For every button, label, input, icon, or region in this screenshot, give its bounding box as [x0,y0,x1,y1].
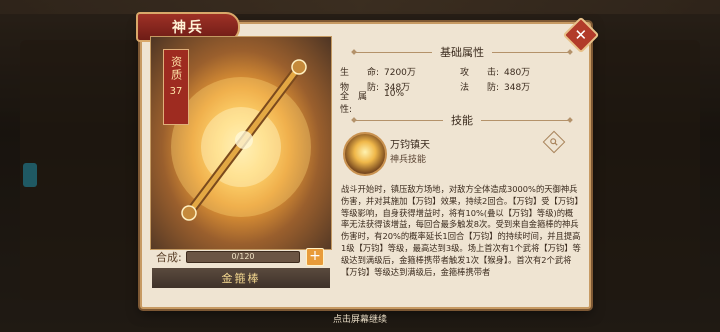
attr-value: 348万 [504,83,531,93]
attr-value: 10% [384,88,405,99]
attr-value: 7200万 [384,68,416,78]
skill-icon[interactable] [343,132,387,176]
skill-header: 技能 [351,112,573,128]
attribute-list: 生 命: 7200万 攻 击: 480万 物 防: 348万 法 防: 348万 全 属… [340,64,580,115]
synthesis-row: 合成: 0/120 + [156,248,331,266]
weapon-dialog: 神兵 ✕ 资质 37 合成: 0/120 + 金箍棒 基础属性 生 命: 720… [136,12,600,309]
weapon-name: 金箍棒 [152,268,330,288]
magnify-icon[interactable] [542,130,566,154]
quality-label: 资质 [169,56,183,82]
attr-key: 攻 击: [460,68,500,78]
skill-description: 战斗开始时，镇压敌方场地，对敌方全体造成3000%的天御神兵伤害，并对其施加【万… [341,184,581,277]
synthesis-progress-text: 0/120 [231,252,255,261]
attr-row: 全 属 性: 10% [340,89,580,115]
attr-value: 480万 [504,68,531,78]
attr-key: 生 命: [340,68,380,78]
attr-key: 法 防: [460,83,500,93]
attr-row: 生 命: 7200万 攻 击: 480万 [340,64,580,79]
quality-value: 37 [169,86,183,97]
attr-key: 全 属 性: [340,91,377,115]
quality-badge: 资质 37 [163,49,189,125]
weapon-artwork: 资质 37 [150,36,332,250]
synthesis-label: 合成: [156,251,182,264]
base-attrs-title: 基础属性 [440,46,484,59]
skill-type: 神兵技能 [390,155,427,165]
close-icon: ✕ [574,25,588,44]
add-fragment-button[interactable]: + [306,248,324,266]
synthesis-progress-bar: 0/120 [186,251,300,263]
base-attrs-header: 基础属性 [351,44,573,60]
skill-title: 技能 [451,114,473,127]
tap-to-continue-hint: 点击屏幕继续 [332,315,387,325]
skill-name: 万钧镇天 [390,140,430,151]
